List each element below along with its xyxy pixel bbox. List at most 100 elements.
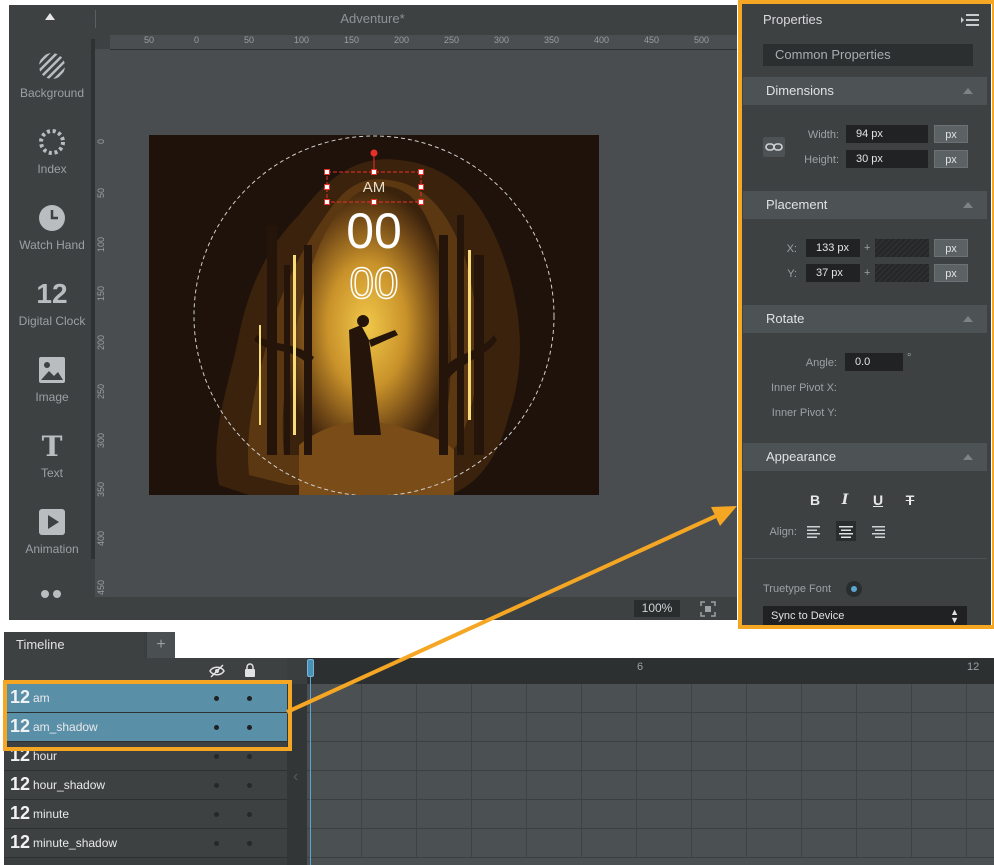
y-input[interactable]: 37 px (806, 264, 860, 282)
timeline-layer-row[interactable]: 12 hour_shadow (4, 771, 287, 800)
tool-label: Background (19, 86, 85, 100)
watchface-preview[interactable]: AM 00 00 (149, 135, 599, 495)
minute-digits[interactable]: 00 (324, 258, 424, 309)
am-label[interactable]: AM (327, 179, 421, 196)
visibility-eye-icon[interactable] (209, 664, 225, 683)
lock-toggle[interactable] (247, 841, 252, 846)
hour-digits[interactable]: 00 (324, 203, 424, 259)
x-unit-button[interactable]: px (934, 239, 968, 257)
collapse-up-icon[interactable] (45, 13, 55, 20)
font-select[interactable]: Sync to Device ▲ ▼ (763, 606, 967, 625)
frame-ruler[interactable]: 6 12 (307, 658, 994, 684)
add-tab-button[interactable]: + (147, 632, 175, 658)
playhead-handle[interactable] (307, 659, 314, 677)
visibility-toggle[interactable] (214, 696, 219, 701)
tool-label: Text (40, 466, 63, 480)
y-offset-input[interactable] (875, 264, 929, 282)
timeline-layer-row[interactable]: 12 am_shadow (4, 713, 287, 742)
playhead-line (310, 676, 311, 865)
text-icon: T (9, 430, 95, 463)
inner-pivot-y-label: Inner Pivot Y: (771, 407, 837, 419)
fit-to-screen-icon[interactable] (700, 601, 716, 617)
timeline-panel: Timeline + ‹ 6 12 12 am 12 am_shadow 12 hour 12… (4, 632, 994, 865)
italic-button[interactable]: I (835, 490, 855, 510)
angle-label: Angle: (805, 357, 837, 369)
lock-icon[interactable] (244, 663, 256, 682)
select-arrows-icon: ▲ ▼ (950, 607, 959, 625)
angle-input[interactable]: 0.0 (845, 353, 903, 371)
height-input[interactable]: 30 px (846, 150, 928, 168)
ruler-tick-label: 0 (96, 139, 106, 145)
section-title: Rotate (766, 311, 805, 326)
align-right-icon[interactable] (868, 521, 888, 541)
bold-button[interactable]: B (805, 490, 825, 510)
tool-background[interactable]: Background (9, 50, 95, 100)
link-dimensions-icon[interactable] (763, 137, 785, 157)
width-input[interactable]: 94 px (846, 125, 928, 143)
x-offset-input[interactable] (875, 239, 929, 257)
tab-timeline[interactable]: Timeline (4, 632, 144, 658)
visibility-toggle[interactable] (214, 725, 219, 730)
visibility-toggle[interactable] (214, 841, 219, 846)
font-select-value: Sync to Device (771, 610, 845, 622)
frame-row[interactable] (307, 742, 994, 771)
timeline-splitter[interactable]: ‹ (287, 684, 307, 865)
tool-image[interactable]: Image (9, 354, 95, 404)
lock-toggle[interactable] (247, 783, 252, 788)
more-tools-icon[interactable] (40, 586, 64, 598)
align-center-icon[interactable] (836, 521, 856, 541)
timeline-layer-row[interactable]: 12 minute_shadow (4, 829, 287, 858)
frame-row[interactable] (307, 829, 994, 858)
visibility-toggle[interactable] (214, 783, 219, 788)
ruler-tick-label: 500 (694, 35, 710, 45)
y-label: Y: (787, 268, 797, 280)
underline-button[interactable]: U (868, 490, 888, 510)
lock-toggle[interactable] (247, 754, 252, 759)
tool-text[interactable]: T Text (9, 430, 95, 481)
tool-label: Index (37, 162, 67, 176)
visibility-toggle[interactable] (214, 754, 219, 759)
lock-toggle[interactable] (247, 725, 252, 730)
ruler-tick-label: 200 (96, 335, 106, 351)
play-icon (9, 506, 95, 538)
ruler-tick-label: 300 (96, 433, 106, 449)
height-unit-button[interactable]: px (934, 150, 968, 168)
x-input[interactable]: 133 px (806, 239, 860, 257)
ruler-tick-label: 300 (494, 35, 510, 45)
tool-animation[interactable]: Animation (9, 506, 95, 556)
visibility-toggle[interactable] (214, 812, 219, 817)
tool-digital-clock[interactable]: 12 Digital Clock (9, 278, 95, 328)
frame-grid[interactable] (307, 684, 994, 865)
ruler-tick-label: 50 (244, 35, 255, 45)
panel-menu-icon[interactable] (961, 13, 979, 27)
hatch-circle-icon (9, 50, 95, 82)
dimensions-section-header[interactable]: Dimensions (743, 77, 987, 105)
align-left-icon[interactable] (804, 521, 824, 541)
layer-name: hour_shadow (33, 778, 106, 792)
strikethrough-button[interactable]: T (900, 490, 920, 510)
timeline-layer-row[interactable]: 12 am (4, 684, 287, 713)
placement-section-header[interactable]: Placement (743, 191, 987, 219)
collapse-triangle-icon (963, 202, 973, 208)
lock-toggle[interactable] (247, 812, 252, 817)
y-unit-button[interactable]: px (934, 264, 968, 282)
dotted-ring-icon (9, 126, 95, 158)
frame-row[interactable] (307, 684, 994, 713)
frame-row[interactable] (307, 771, 994, 800)
rotate-section-header[interactable]: Rotate (743, 305, 987, 333)
truetype-toggle[interactable] (846, 581, 862, 597)
tool-sidebar: Background Index Watch Hand 12 Digital C… (9, 5, 95, 620)
digital-clock-layer-icon: 12 (10, 774, 31, 794)
timeline-layer-row[interactable]: 12 minute (4, 800, 287, 829)
frame-row[interactable] (307, 800, 994, 829)
tool-watch-hand[interactable]: Watch Hand (9, 202, 95, 252)
tool-index[interactable]: Index (9, 126, 95, 176)
appearance-section-header[interactable]: Appearance (743, 443, 987, 471)
frame-row[interactable] (307, 713, 994, 742)
timeline-layer-row[interactable]: 12 hour (4, 742, 287, 771)
lock-toggle[interactable] (247, 696, 252, 701)
common-properties-dropdown[interactable]: Common Properties (763, 44, 973, 66)
digit-glyph: 12 (36, 278, 68, 309)
zoom-level[interactable]: 100% (634, 600, 680, 617)
width-unit-button[interactable]: px (934, 125, 968, 143)
